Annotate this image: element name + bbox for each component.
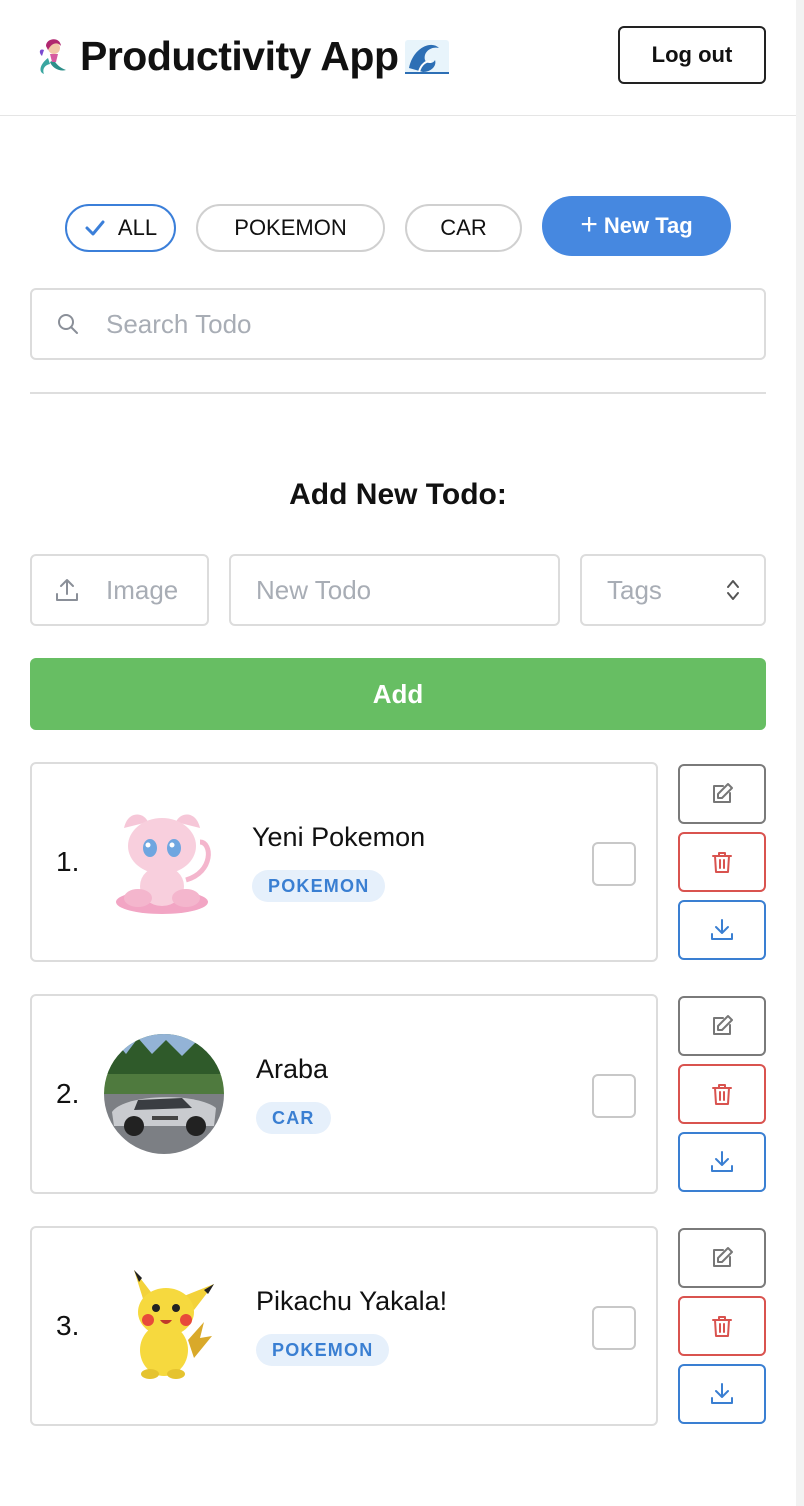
todo-title: Pikachu Yakala! bbox=[256, 1286, 448, 1316]
add-todo-button[interactable]: Add bbox=[30, 658, 766, 730]
todo-checkbox[interactable] bbox=[592, 1306, 636, 1350]
edit-button[interactable] bbox=[678, 996, 766, 1056]
new-todo-input[interactable]: New Todo bbox=[229, 554, 560, 626]
edit-icon bbox=[713, 1015, 733, 1035]
edit-icon bbox=[713, 1247, 733, 1267]
app-title-text: Productivity App bbox=[80, 32, 399, 79]
download-button[interactable] bbox=[678, 1132, 766, 1192]
todo-item: 2. Araba CAR bbox=[30, 994, 658, 1194]
todo-image-car bbox=[104, 1034, 224, 1154]
chevron-updown-icon bbox=[727, 580, 739, 600]
image-upload-button[interactable]: Image bbox=[30, 554, 209, 626]
upload-icon bbox=[56, 579, 78, 601]
trash-icon bbox=[712, 852, 732, 873]
download-button[interactable] bbox=[678, 900, 766, 960]
todo-title: Yeni Pokemon bbox=[252, 822, 426, 852]
trash-icon bbox=[712, 1316, 732, 1337]
todo-checkbox[interactable] bbox=[592, 1074, 636, 1118]
search-icon bbox=[58, 314, 78, 334]
todo-image-mew bbox=[116, 814, 211, 914]
todo-item: 3. Pikachu Yakala! POKEMON bbox=[30, 1226, 658, 1426]
logout-button[interactable]: Log out bbox=[618, 26, 766, 84]
checkmark-icon bbox=[85, 220, 105, 236]
download-icon bbox=[711, 1383, 733, 1404]
divider bbox=[30, 392, 766, 394]
new-todo-placeholder: New Todo bbox=[256, 574, 372, 605]
image-upload-label: Image bbox=[106, 574, 179, 605]
add-todo-heading: Add New Todo: bbox=[289, 478, 507, 511]
delete-button[interactable] bbox=[678, 832, 766, 892]
todo-tag-badge: POKEMON bbox=[252, 870, 386, 902]
delete-button[interactable] bbox=[678, 1296, 766, 1356]
edit-button[interactable] bbox=[678, 764, 766, 824]
tag-chip-label: POKEMON bbox=[234, 215, 347, 240]
todo-number: 3. bbox=[56, 1310, 80, 1341]
todo-number: 2. bbox=[56, 1078, 80, 1109]
download-icon bbox=[711, 919, 733, 940]
tag-chip-car[interactable]: CAR bbox=[405, 204, 522, 252]
search-placeholder: Search Todo bbox=[106, 308, 252, 339]
new-tag-button[interactable]: + New Tag bbox=[542, 196, 731, 256]
tags-select[interactable]: Tags bbox=[580, 554, 766, 626]
todo-tag-badge: POKEMON bbox=[256, 1334, 390, 1366]
todo-number: 1. bbox=[56, 846, 80, 877]
todo-item: 1. Yeni Pokemon POKEMON bbox=[30, 762, 658, 962]
tags-select-placeholder: Tags bbox=[607, 574, 662, 605]
tag-chip-label: ALL bbox=[117, 215, 158, 240]
todo-title: Araba bbox=[256, 1054, 329, 1084]
edit-button[interactable] bbox=[678, 1228, 766, 1288]
edit-icon bbox=[713, 783, 733, 803]
todo-image-pikachu bbox=[134, 1270, 214, 1379]
scrollbar[interactable] bbox=[796, 0, 804, 1506]
wave-icon bbox=[404, 40, 449, 74]
app-title: Productivity App bbox=[30, 28, 449, 84]
delete-button[interactable] bbox=[678, 1064, 766, 1124]
new-tag-label: New Tag bbox=[603, 213, 693, 238]
download-button[interactable] bbox=[678, 1364, 766, 1424]
mermaid-icon bbox=[39, 39, 66, 74]
search-input[interactable]: Search Todo bbox=[30, 288, 766, 360]
todo-tag-badge: CAR bbox=[256, 1102, 331, 1134]
todo-checkbox[interactable] bbox=[592, 842, 636, 886]
trash-icon bbox=[712, 1084, 732, 1105]
tag-chip-label: CAR bbox=[440, 215, 487, 240]
tag-chip-all[interactable]: ALL bbox=[65, 204, 176, 252]
tag-chip-pokemon[interactable]: POKEMON bbox=[196, 204, 385, 252]
plus-icon: + bbox=[580, 207, 598, 241]
download-icon bbox=[711, 1151, 733, 1172]
